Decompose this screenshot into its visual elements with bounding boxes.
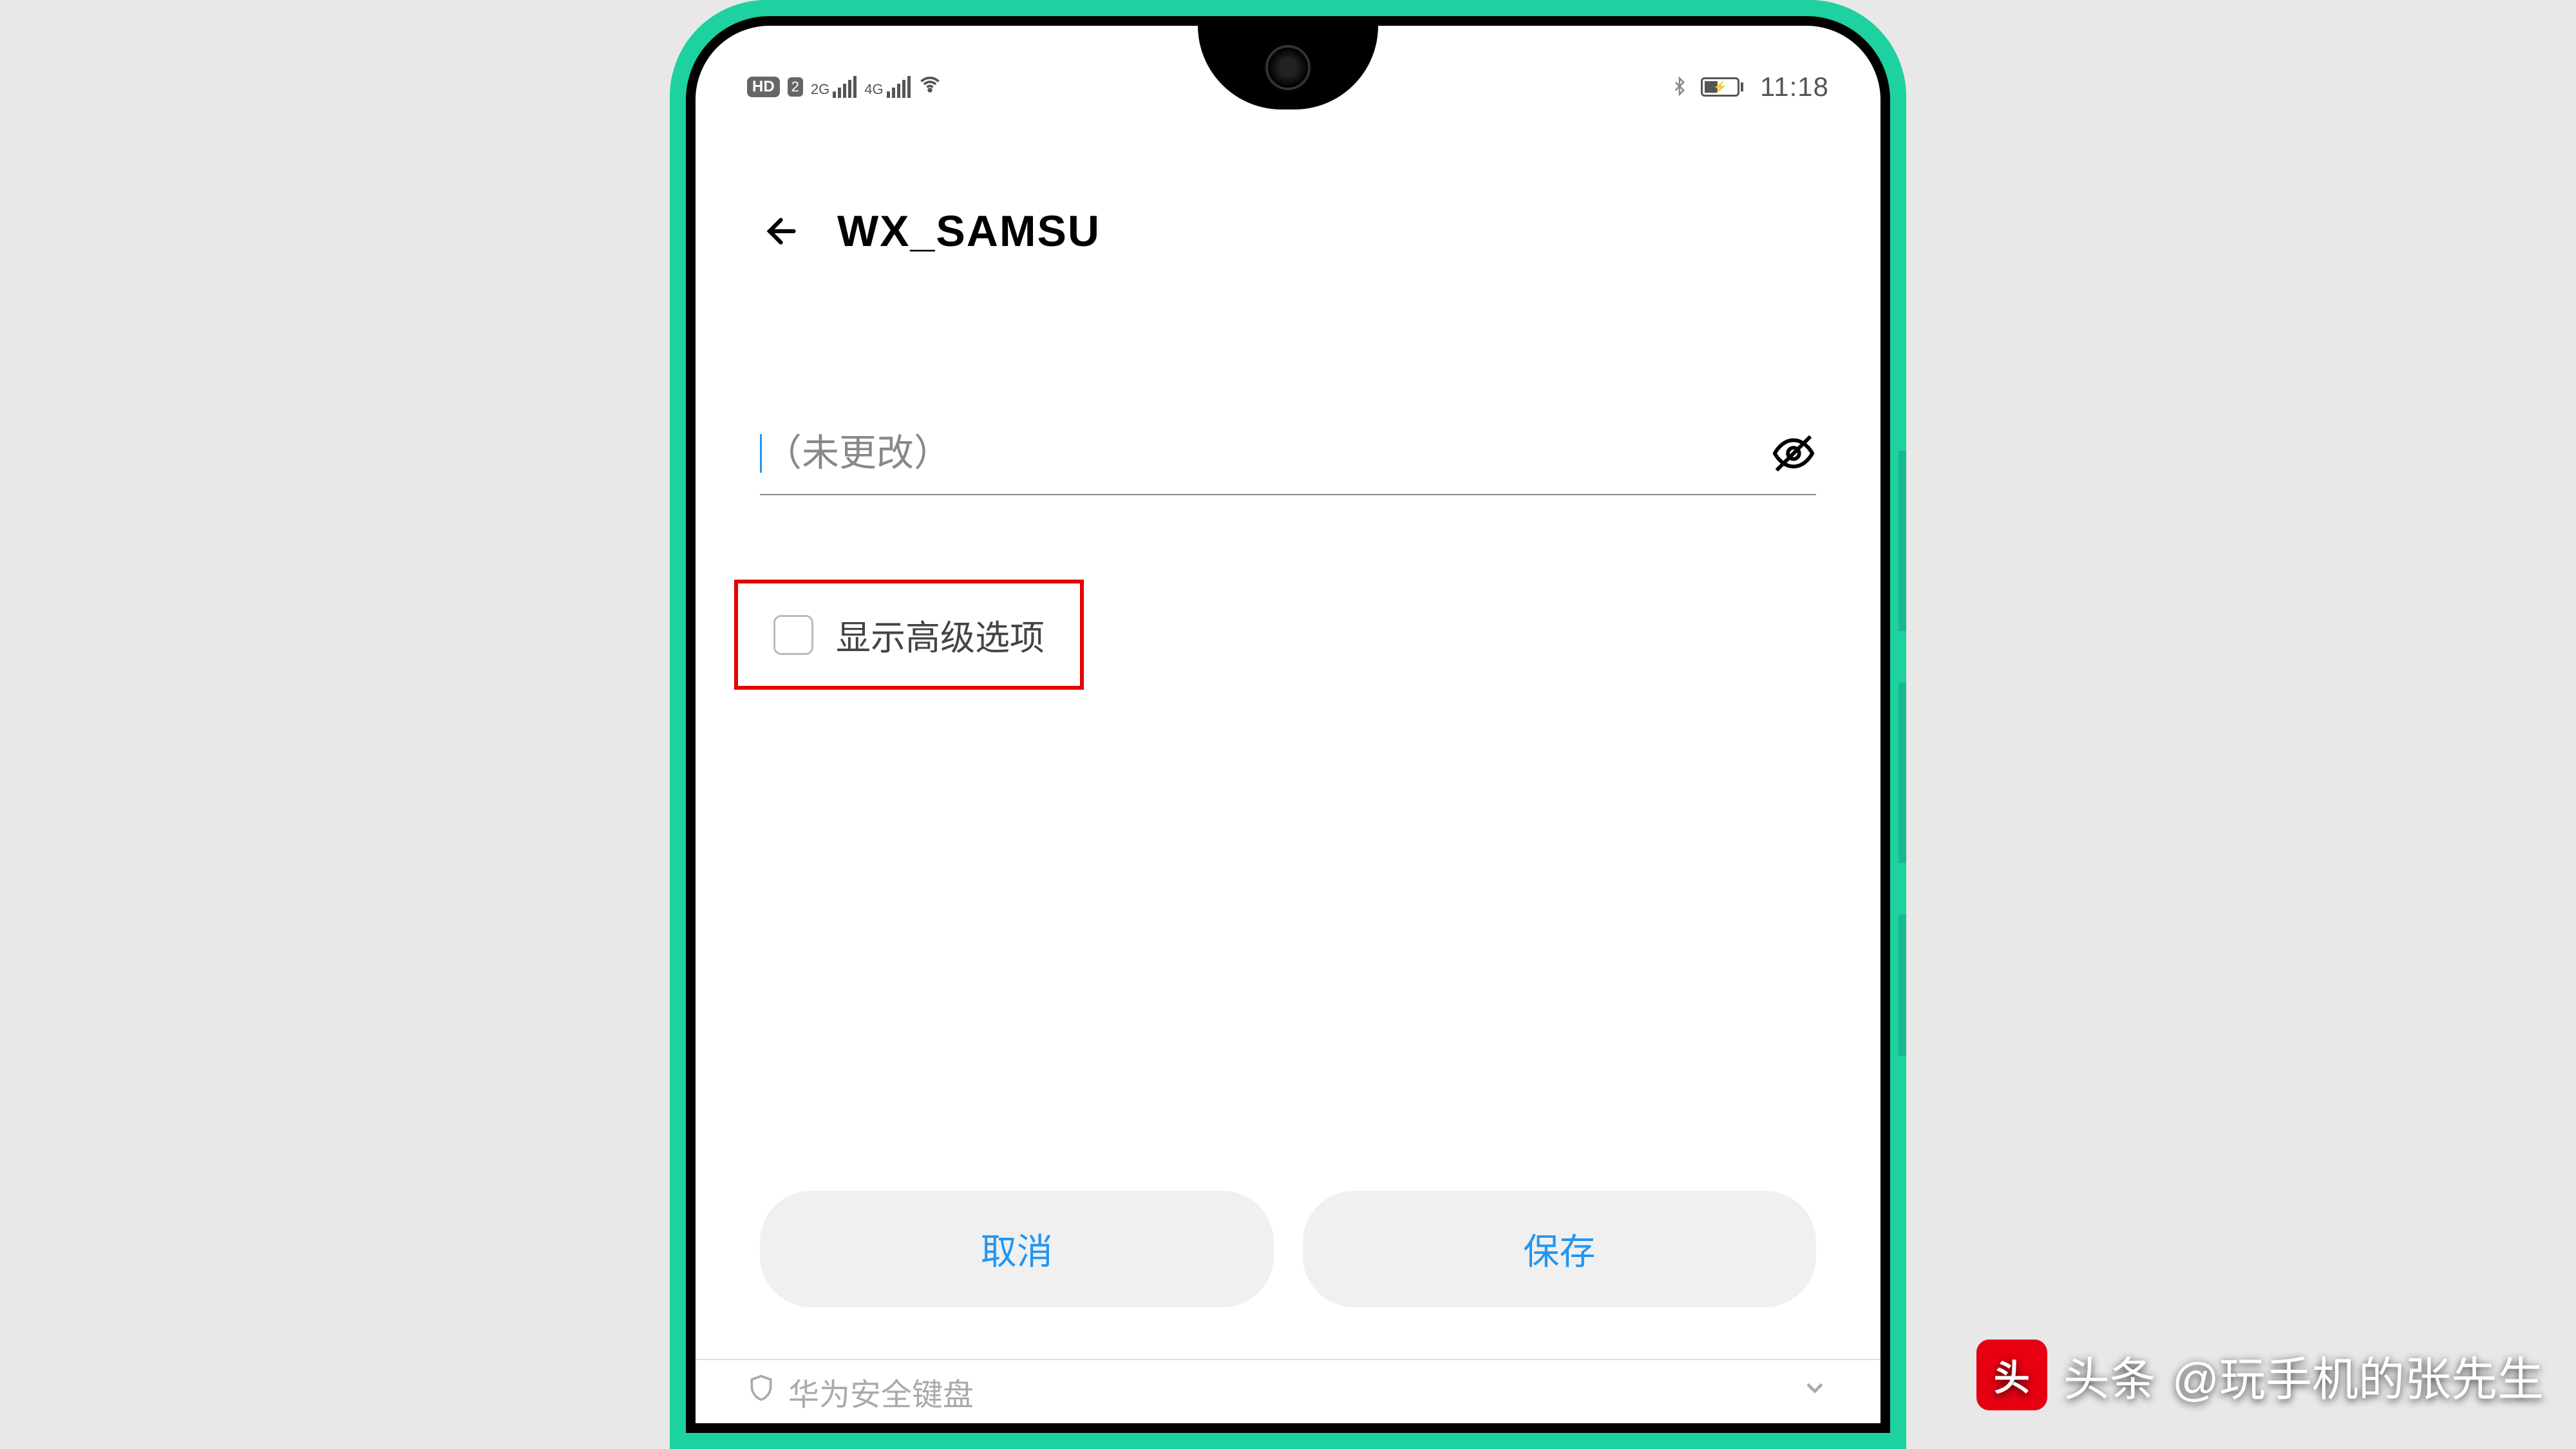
wifi-icon bbox=[918, 73, 942, 102]
signal-4g: 4G bbox=[864, 76, 910, 98]
back-button[interactable] bbox=[760, 209, 805, 254]
password-input[interactable] bbox=[764, 425, 1771, 481]
signal-2g: 2G bbox=[811, 76, 857, 98]
keyboard-bar[interactable]: 华为安全键盘 bbox=[696, 1359, 1880, 1423]
hd-badge: HD bbox=[747, 77, 780, 97]
page-header: WX_SAMSU bbox=[760, 206, 1816, 256]
shield-icon bbox=[747, 1374, 775, 1410]
phone-side-buttons bbox=[1899, 451, 1906, 1108]
status-time: 11:18 bbox=[1760, 71, 1829, 102]
bluetooth-icon bbox=[1670, 71, 1689, 102]
advanced-label: 显示高级选项 bbox=[836, 609, 1045, 660]
advanced-checkbox[interactable] bbox=[773, 615, 813, 655]
text-cursor bbox=[760, 434, 762, 473]
watermark: 头 头条 @玩手机的张先生 bbox=[1976, 1340, 2544, 1410]
battery-icon: ⚡ bbox=[1701, 77, 1743, 97]
advanced-options-row[interactable]: 显示高级选项 bbox=[734, 580, 1084, 690]
watermark-brand: 头条 bbox=[2063, 1341, 2156, 1409]
action-buttons: 取消 保存 bbox=[760, 1191, 1816, 1307]
sim-badge: 2 bbox=[788, 77, 803, 97]
phone-screen: HD 2 2G 4G bbox=[696, 26, 1880, 1423]
phone-frame: HD 2 2G 4G bbox=[670, 0, 1906, 1449]
watermark-logo-icon: 头 bbox=[1976, 1340, 2047, 1410]
cancel-button[interactable]: 取消 bbox=[760, 1191, 1274, 1307]
chevron-down-icon[interactable] bbox=[1801, 1374, 1829, 1410]
keyboard-label: 华为安全键盘 bbox=[788, 1369, 974, 1414]
save-button[interactable]: 保存 bbox=[1303, 1191, 1817, 1307]
visibility-toggle-icon[interactable] bbox=[1771, 431, 1816, 476]
password-row bbox=[760, 425, 1816, 495]
page-title: WX_SAMSU bbox=[837, 206, 1101, 256]
front-camera bbox=[1265, 45, 1311, 90]
watermark-author: @玩手机的张先生 bbox=[2172, 1341, 2544, 1409]
